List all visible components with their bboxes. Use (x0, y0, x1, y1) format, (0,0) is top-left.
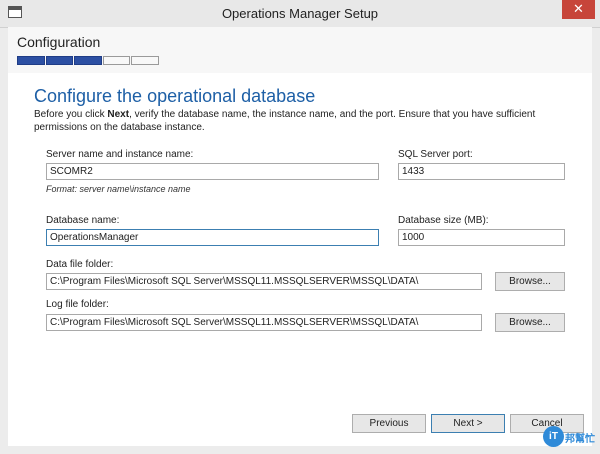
progress-segment (45, 56, 74, 65)
intro-text: Before you click Next, verify the databa… (34, 108, 574, 134)
browse-log-button[interactable]: Browse... (495, 313, 565, 332)
server-name-label: Server name and instance name: (46, 149, 194, 160)
progress-bar (17, 56, 160, 65)
data-folder-label: Data file folder: (46, 259, 114, 270)
log-folder-label: Log file folder: (46, 299, 109, 310)
sql-port-input[interactable]: 1433 (398, 163, 565, 180)
header-title: Configuration (17, 34, 101, 50)
progress-segment (17, 56, 45, 65)
ithome-site-text: 邦幫忙 (565, 434, 595, 445)
log-folder-input[interactable]: C:\Program Files\Microsoft SQL Server\MS… (46, 314, 482, 331)
db-size-label: Database size (MB): (398, 215, 489, 226)
intro-prefix: Before you click (34, 109, 108, 120)
close-button[interactable]: ✕ (562, 0, 595, 19)
server-name-input[interactable]: SCOMR2 (46, 163, 379, 180)
db-name-label: Database name: (46, 215, 120, 226)
window-title: Operations Manager Setup (221, 6, 379, 21)
page-title: Configure the operational database (34, 86, 316, 106)
server-format-hint: Format: server name\instance name (46, 184, 191, 194)
progress-segment (74, 56, 102, 65)
setup-window: Operations Manager Setup ✕ Configuration… (0, 0, 600, 454)
sql-port-label: SQL Server port: (398, 149, 473, 160)
data-folder-input[interactable]: C:\Program Files\Microsoft SQL Server\MS… (46, 273, 482, 290)
progress-segment (102, 56, 131, 65)
wizard-header: Configuration (8, 27, 592, 73)
title-bar: Operations Manager Setup ✕ (0, 0, 600, 28)
ithome-watermark: iT 邦幫忙 (543, 424, 595, 450)
intro-bold: Next (107, 109, 130, 120)
browse-data-button[interactable]: Browse... (495, 272, 565, 291)
next-button[interactable]: Next > (431, 414, 505, 433)
progress-segment (131, 56, 159, 65)
previous-button[interactable]: Previous (352, 414, 426, 433)
ithome-logo-icon: iT (543, 426, 564, 447)
db-size-input[interactable]: 1000 (398, 229, 565, 246)
db-name-input[interactable]: OperationsManager (46, 229, 379, 246)
content-panel: Configure the operational database Befor… (8, 73, 592, 446)
